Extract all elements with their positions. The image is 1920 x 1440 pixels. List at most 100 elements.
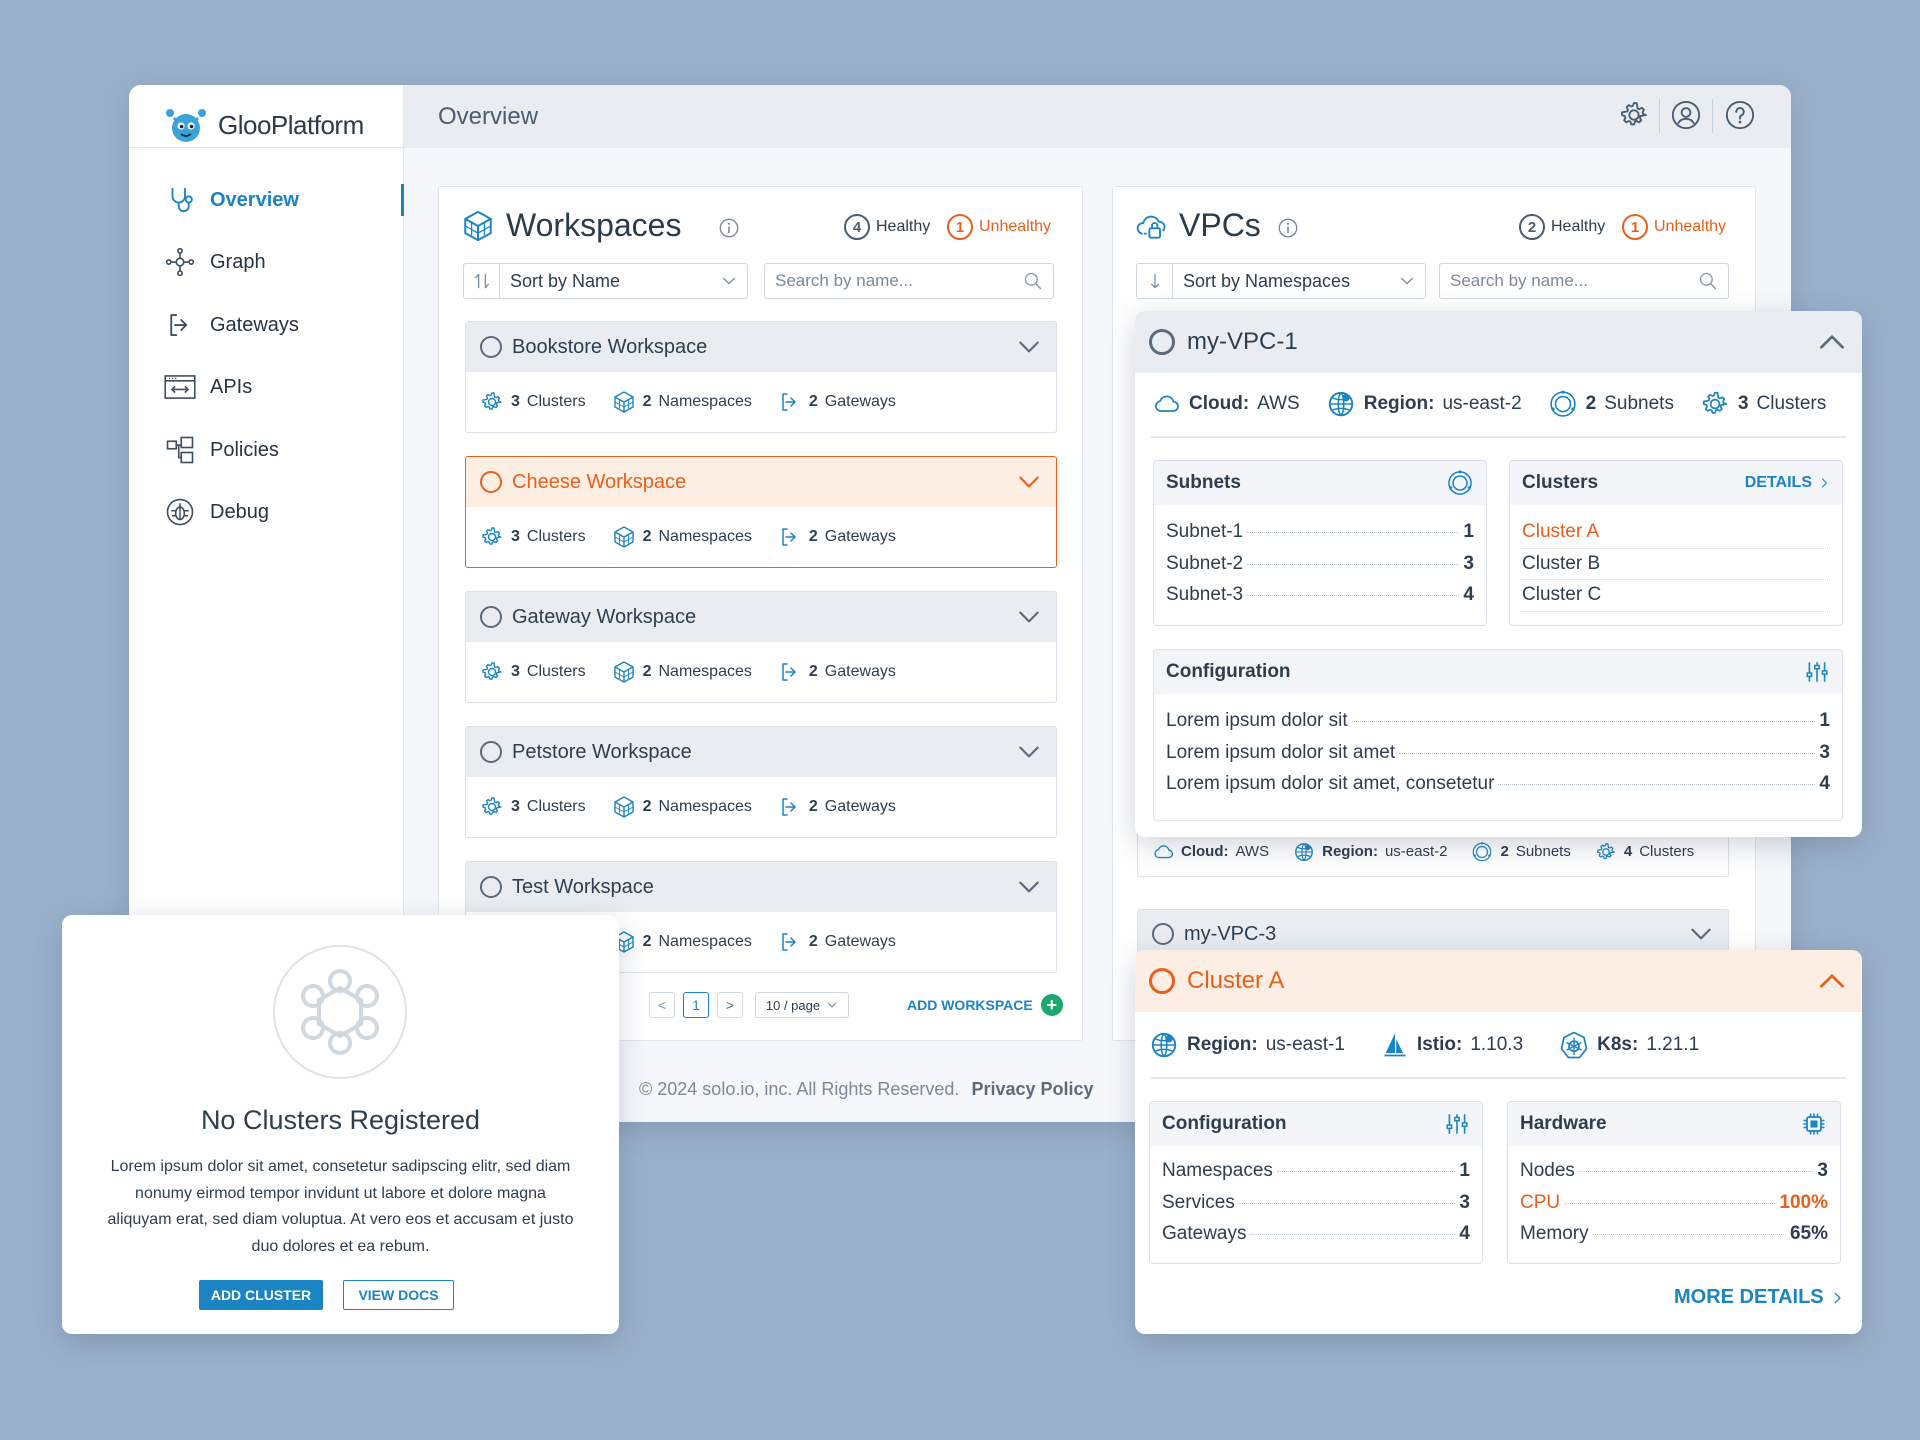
workspace-header[interactable]: Gateway Workspace [466,592,1056,642]
sliders-icon[interactable] [1804,659,1830,685]
chevron-up-icon[interactable] [1816,326,1848,358]
chevron-down-icon[interactable] [1016,334,1042,360]
workspace-card[interactable]: Bookstore Workspace 3 Clusters 2 Namespace… [465,321,1057,433]
divider [1151,436,1846,438]
add-workspace-button[interactable]: ADD WORKSPACE + [907,994,1063,1016]
cluster-icon [480,795,504,819]
cloud-stat: Cloud: AWS [1151,390,1300,418]
privacy-policy-link[interactable]: Privacy Policy [971,1079,1093,1100]
sidebar-item-label: Overview [210,188,299,211]
page-1-button[interactable]: 1 [683,992,709,1018]
sort-select[interactable]: Sort by Namespaces [1136,263,1426,299]
add-cluster-button[interactable]: ADD CLUSTER [199,1280,323,1310]
info-icon[interactable] [718,217,740,239]
chevron-down-icon[interactable] [1688,921,1714,947]
search-input[interactable] [775,271,975,291]
healthy-count[interactable]: 4 Healthy [844,214,930,240]
chevron-down-icon [1399,273,1415,289]
divider [129,147,404,148]
sidebar-item-apis[interactable]: APIs [164,367,404,407]
sidebar-item-graph[interactable]: Graph [164,242,404,282]
workspace-name: Gateway Workspace [512,605,697,628]
details-link[interactable]: DETAILS [1745,474,1830,492]
count-badge: 1 [947,214,973,240]
chevron-down-icon[interactable] [1016,874,1042,900]
user-icon[interactable] [1669,98,1703,132]
subnet-row: Subnet-3 4 [1166,584,1474,605]
workspace-card[interactable]: Petstore Workspace 3 Clusters 2 Namespaces… [465,726,1057,838]
chevron-down-icon[interactable] [1016,469,1042,495]
unhealthy-count[interactable]: 1 Unhealthy [947,214,1051,240]
clusters-box: Clusters DETAILS Cluster A Cluster B Clu… [1509,460,1843,626]
subnet-icon [1446,469,1474,497]
add-workspace-label: ADD WORKSPACE [907,997,1033,1013]
status-ring-icon [480,471,502,493]
cluster-list-item[interactable]: Cluster A [1522,517,1830,549]
workspace-header[interactable]: Cheese Workspace [466,457,1056,507]
healthy-count[interactable]: 2 Healthy [1519,214,1605,240]
sidebar-item-debug[interactable]: Debug [164,492,404,532]
workspace-card[interactable]: Cheese Workspace 3 Clusters 2 Namespaces 2… [465,456,1057,568]
info-icon[interactable] [1277,217,1299,239]
chevron-down-icon[interactable] [1016,739,1042,765]
status-label: Healthy [876,218,931,235]
divider [1151,1077,1846,1079]
workspace-header[interactable]: Bookstore Workspace [466,322,1056,372]
status-ring-icon [1149,968,1175,994]
globe-icon [1326,389,1356,419]
gateway-exit-icon [778,390,802,414]
next-page-button[interactable]: > [717,992,743,1018]
unhealthy-count[interactable]: 1 Unhealthy [1622,214,1726,240]
view-docs-button[interactable]: VIEW DOCS [343,1280,454,1310]
config-row: Lorem ipsum dolor sit 1 [1166,710,1830,731]
more-details-label: MORE DETAILS [1674,1286,1824,1308]
workspace-card[interactable]: Gateway Workspace 3 Clusters 2 Namespaces … [465,591,1057,703]
chevron-down-icon[interactable] [1016,604,1042,630]
sidebar-item-overview[interactable]: Overview [164,180,404,220]
logo[interactable]: GlooPlatform [164,100,364,150]
namespace-cube-icon [612,525,636,549]
box-header: Configuration [1154,650,1842,694]
vpc-detail-header[interactable]: my-VPC-1 [1135,311,1862,373]
box-title: Hardware [1520,1113,1607,1134]
gateway-exit-icon [778,795,802,819]
more-details-link[interactable]: MORE DETAILS [1674,1286,1844,1309]
chevron-up-icon[interactable] [1816,965,1848,997]
sidebar-item-policies[interactable]: Policies [164,430,404,470]
debug-icon [164,496,196,528]
vpc-meta: Cloud: AWS Region: us-east-2 2 Subnets 3 Clu… [1151,389,1826,419]
search-box[interactable] [764,263,1054,299]
cluster-detail-header[interactable]: Cluster A [1135,950,1862,1012]
subnet-icon [1471,841,1493,863]
prev-page-button[interactable]: < [649,992,675,1018]
sort-select[interactable]: Sort by Name [463,263,748,299]
status-ring-icon [1152,923,1174,945]
sliders-icon[interactable] [1444,1111,1470,1137]
istio-sail-icon [1381,1031,1409,1059]
region-stat: Region: us-east-2 [1293,841,1447,863]
globe-icon [1293,841,1315,863]
cluster-list-item[interactable]: Cluster B [1522,549,1830,580]
config-row: Gateways 4 [1162,1223,1470,1244]
cluster-list-item[interactable]: Cluster C [1522,580,1830,612]
page-size-select[interactable]: 10 / page [755,992,849,1018]
gateways-stat: 2 Gateways [778,390,896,414]
search-icon [1023,271,1043,291]
search-input[interactable] [1450,271,1650,291]
namespaces-stat: 2 Namespaces [612,930,752,954]
box-title: Configuration [1162,1113,1287,1134]
sidebar-item-label: Graph [210,250,266,273]
workspace-name: Petstore Workspace [512,740,692,763]
gear-icon[interactable] [1617,98,1651,132]
search-icon [1698,271,1718,291]
help-icon[interactable] [1723,98,1757,132]
gateways-stat: 2 Gateways [778,795,896,819]
sidebar-item-label: APIs [210,375,253,398]
workspace-header[interactable]: Petstore Workspace [466,727,1056,777]
sidebar-item-gateways[interactable]: Gateways [164,305,404,345]
workspace-name: Bookstore Workspace [512,335,708,358]
search-box[interactable] [1439,263,1729,299]
clusters-stat: 3Clusters [480,390,586,414]
config-row: Lorem ipsum dolor sit amet, consetetur 4 [1166,773,1830,794]
workspace-header[interactable]: Test Workspace [466,862,1056,912]
